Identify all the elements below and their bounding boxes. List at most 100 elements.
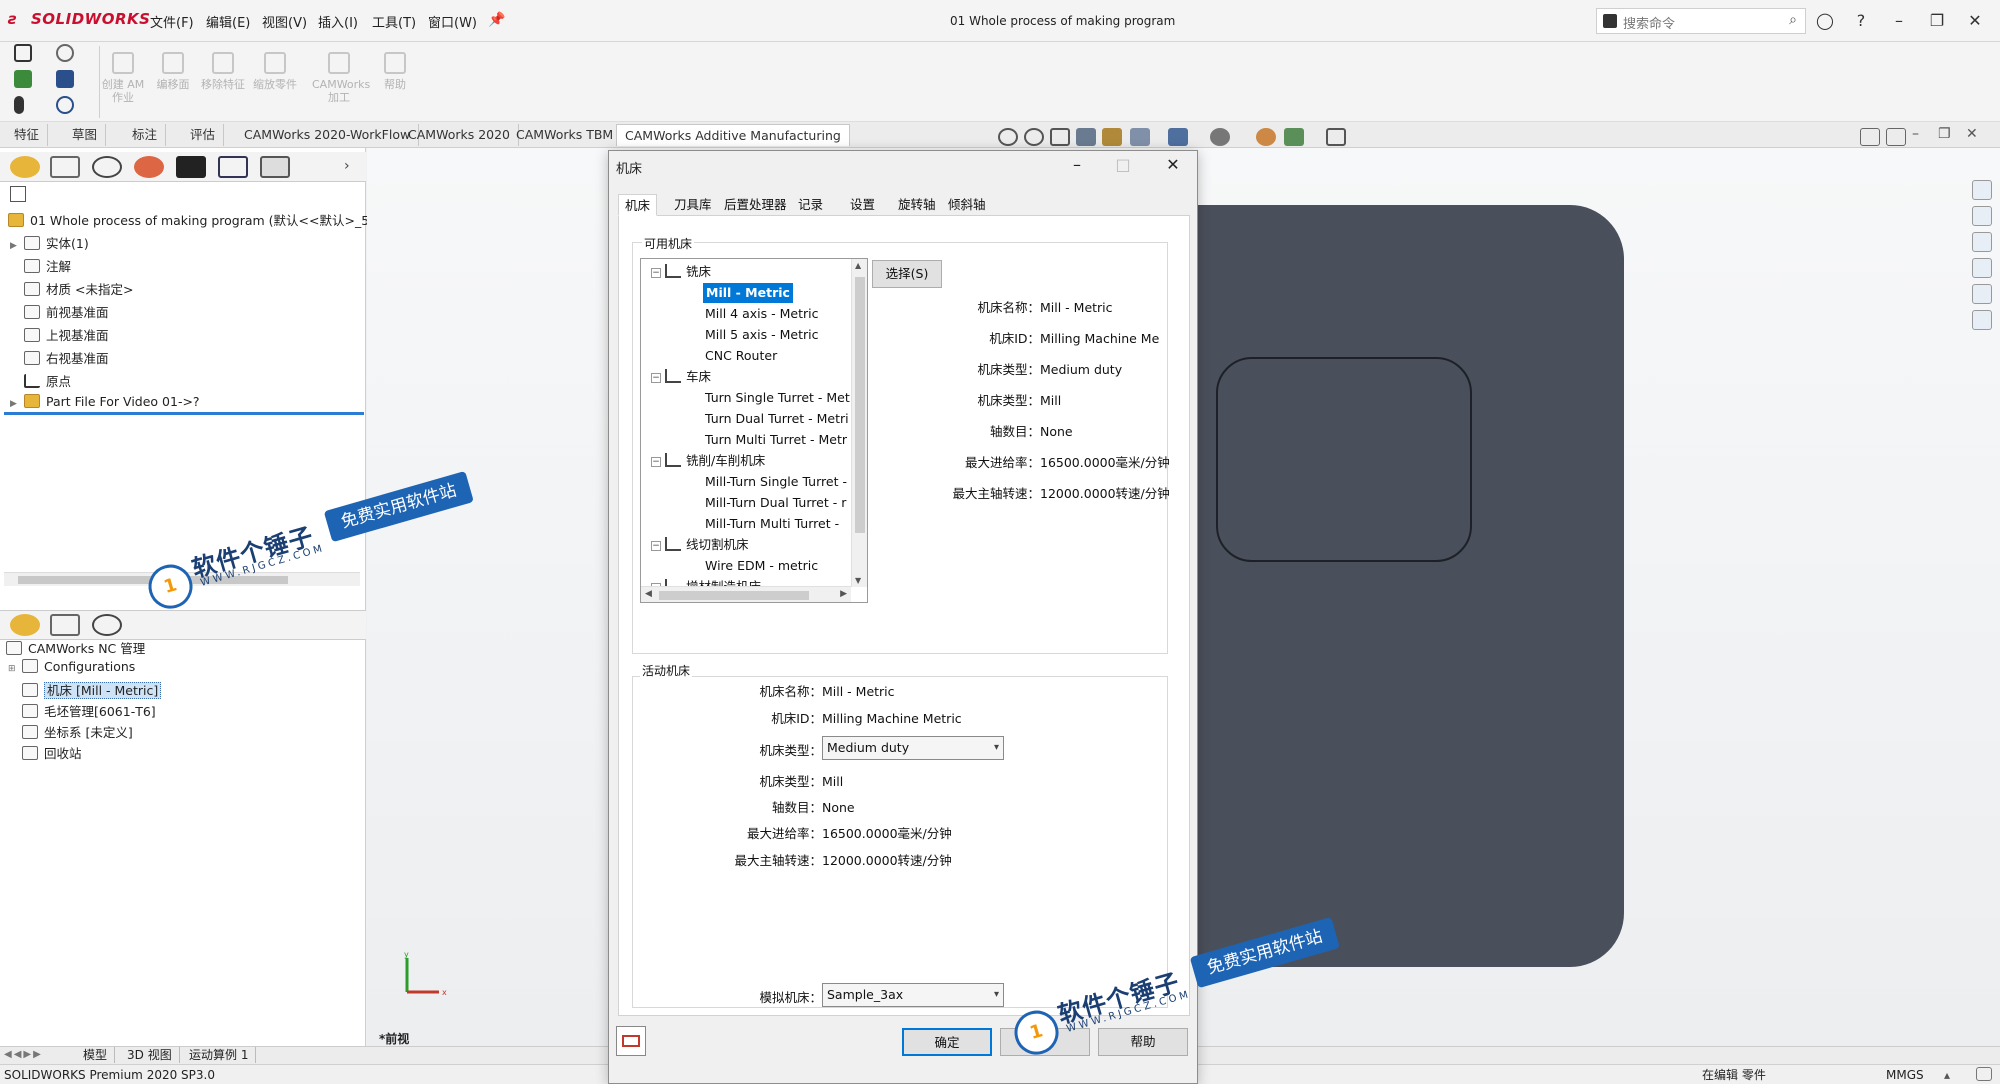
tab-motion-study[interactable]: 运动算例 1 bbox=[182, 1047, 257, 1063]
tab-tool-crib[interactable]: 刀具库 bbox=[668, 194, 718, 216]
view-palette-icon[interactable] bbox=[1972, 258, 1992, 278]
tree-item-origin[interactable]: 原点 bbox=[24, 371, 71, 390]
configuration-manager-icon[interactable] bbox=[92, 156, 122, 178]
nc-item-configurations[interactable]: ⊞ Configurations bbox=[8, 659, 135, 674]
gear-icon[interactable] bbox=[56, 44, 74, 62]
feature-manager-icon[interactable] bbox=[10, 614, 40, 636]
remove-feature-button[interactable]: 移除特征 bbox=[200, 50, 246, 118]
panel-splitter[interactable] bbox=[4, 412, 364, 415]
property-manager-icon[interactable] bbox=[50, 614, 80, 636]
open-icon[interactable] bbox=[14, 70, 32, 88]
machine-info-icon[interactable] bbox=[616, 1026, 646, 1056]
tree-item-part-file[interactable]: ▶ Part File For Video 01->? bbox=[10, 394, 200, 409]
nc-item-recycle-bin[interactable]: 回收站 bbox=[22, 743, 82, 762]
resources-icon[interactable] bbox=[1972, 180, 1992, 200]
tree-item-annotations[interactable]: 注解 bbox=[24, 256, 71, 275]
hide-show-icon[interactable] bbox=[1210, 128, 1230, 146]
help-button[interactable]: 帮助 bbox=[372, 50, 418, 118]
filter-icon[interactable] bbox=[10, 186, 26, 202]
configuration-manager-icon[interactable] bbox=[92, 614, 122, 636]
help-popup-icon[interactable] bbox=[1976, 1067, 1992, 1081]
cw-feature-tree-icon[interactable] bbox=[176, 156, 206, 178]
tab-posting[interactable]: 记录 bbox=[792, 194, 829, 216]
nc-item-coordinate-system[interactable]: 坐标系 [未定义] bbox=[22, 722, 133, 741]
doc-restore-button[interactable]: ❐ bbox=[1938, 126, 1951, 142]
tab-machine[interactable]: 机床 bbox=[618, 194, 658, 216]
scene-icon[interactable] bbox=[1284, 128, 1304, 146]
tab-evaluate[interactable]: 评估 bbox=[182, 124, 225, 146]
machine-item-wire-edm[interactable]: Wire EDM - metric bbox=[705, 556, 818, 576]
tab-features[interactable]: 特征 bbox=[6, 124, 49, 146]
previous-view-icon[interactable] bbox=[1050, 128, 1070, 146]
scrollbar-thumb[interactable] bbox=[855, 277, 865, 533]
dialog-close-button[interactable]: ✕ bbox=[1156, 152, 1190, 178]
part-pocket[interactable] bbox=[1216, 357, 1472, 562]
menu-insert[interactable]: 插入(I) bbox=[318, 12, 358, 31]
section-view-icon[interactable] bbox=[1076, 128, 1096, 146]
view-orientation-icon[interactable] bbox=[1130, 128, 1150, 146]
menu-tools[interactable]: 工具(T) bbox=[372, 12, 416, 31]
dialog-minimize-button[interactable]: – bbox=[1060, 152, 1094, 178]
tab-markup[interactable]: 标注 bbox=[124, 124, 167, 146]
tab-camworks-additive[interactable]: CAMWorks Additive Manufacturing bbox=[616, 124, 850, 146]
collapse-icon[interactable]: − bbox=[651, 541, 661, 551]
machine-item-mill-5-axis[interactable]: Mill 5 axis - Metric bbox=[705, 325, 818, 345]
tree-item-front-plane[interactable]: 前视基准面 bbox=[24, 302, 109, 321]
collapse-icon[interactable]: − bbox=[651, 457, 661, 467]
close-button[interactable]: ✕ bbox=[1960, 8, 1990, 34]
custom-properties-icon[interactable] bbox=[1972, 310, 1992, 330]
restore-button[interactable]: ❐ bbox=[1922, 8, 1952, 34]
rebuild-icon[interactable] bbox=[14, 96, 24, 114]
display-manager-icon[interactable] bbox=[134, 156, 164, 178]
nc-manager-root[interactable]: CAMWorks NC 管理 bbox=[6, 638, 145, 657]
machine-list-hscroll[interactable]: ◀ ▶ bbox=[641, 586, 851, 602]
tab-camworks-workflow[interactable]: CAMWorks 2020-WorkFlow bbox=[236, 124, 420, 146]
feature-tree-root[interactable]: 01 Whole process of making program (默认<<… bbox=[8, 210, 369, 229]
machine-item-mill-4-axis[interactable]: Mill 4 axis - Metric bbox=[705, 304, 818, 324]
doc-close-button[interactable]: ✕ bbox=[1966, 126, 1978, 142]
scroll-left-icon[interactable]: ◀ bbox=[645, 589, 652, 599]
menu-window[interactable]: 窗口(W) bbox=[428, 12, 477, 31]
nc-item-stock[interactable]: 毛坯管理[6061-T6] bbox=[22, 701, 156, 720]
tree-item-material[interactable]: 材质 <未指定> bbox=[24, 279, 133, 298]
zoom-area-icon[interactable] bbox=[1024, 128, 1044, 146]
machine-type-select[interactable]: Medium duty ▾ bbox=[822, 736, 1004, 760]
collapse-icon[interactable]: − bbox=[651, 268, 661, 278]
create-am-job-button[interactable]: 创建 AM 作业 bbox=[100, 50, 146, 118]
machine-list-vscroll[interactable]: ▲ ▼ bbox=[851, 259, 867, 587]
solidworks-logo[interactable]: ƨ SOLIDWORKS bbox=[8, 10, 150, 28]
dynamic-annotation-icon[interactable] bbox=[1102, 128, 1122, 146]
scrollbar-thumb[interactable] bbox=[659, 591, 809, 600]
tab-3d-views[interactable]: 3D 视图 bbox=[120, 1047, 180, 1063]
offset-face-button[interactable]: 编移面 bbox=[150, 50, 196, 118]
display-style-icon[interactable] bbox=[1168, 128, 1188, 146]
collapse-icon[interactable]: − bbox=[651, 373, 661, 383]
search-icon[interactable]: ⌕ bbox=[1789, 12, 1797, 28]
design-library-icon[interactable] bbox=[1972, 206, 1992, 226]
tab-post-processor[interactable]: 后置处理器 bbox=[718, 194, 793, 216]
pin-icon[interactable]: 📌 bbox=[488, 12, 505, 28]
sim-machine-select[interactable]: Sample_3ax ▾ bbox=[822, 983, 1004, 1007]
tab-camworks-tbm[interactable]: CAMWorks TBM bbox=[508, 124, 623, 146]
machine-tree[interactable]: − 铣床 Mill - Metric Mill 4 axis - Metric M… bbox=[640, 258, 868, 603]
machine-item-turn-dual[interactable]: Turn Dual Turret - Metri bbox=[705, 409, 849, 429]
machine-item-turn-single[interactable]: Turn Single Turret - Met bbox=[705, 388, 850, 408]
tree-item-top-plane[interactable]: 上视基准面 bbox=[24, 325, 109, 344]
tab-camworks-2020[interactable]: CAMWorks 2020 bbox=[400, 124, 520, 146]
machine-item-turn-multi[interactable]: Turn Multi Turret - Metr bbox=[705, 430, 847, 450]
expand-icon[interactable]: ▶ bbox=[10, 241, 20, 251]
undo-icon[interactable] bbox=[56, 96, 74, 114]
file-explorer-icon[interactable] bbox=[1972, 232, 1992, 252]
machine-item-mill-turn-multi[interactable]: Mill-Turn Multi Turret - bbox=[705, 514, 839, 534]
view-settings-icon[interactable] bbox=[1326, 128, 1346, 146]
tile-right-icon[interactable] bbox=[1886, 128, 1906, 146]
minimize-button[interactable]: – bbox=[1884, 8, 1914, 34]
tab-model[interactable]: 模型 bbox=[76, 1047, 116, 1063]
appearances-icon[interactable] bbox=[1972, 284, 1992, 304]
units-selector[interactable]: MMGS bbox=[1886, 1065, 1924, 1084]
scroll-right-icon[interactable]: ▶ bbox=[840, 589, 847, 599]
units-dropdown-icon[interactable]: ▴ bbox=[1944, 1065, 1950, 1084]
tile-left-icon[interactable] bbox=[1860, 128, 1880, 146]
machine-item-mill-turn-dual[interactable]: Mill-Turn Dual Turret - r bbox=[705, 493, 846, 513]
dialog-maximize-button[interactable]: □ bbox=[1106, 152, 1140, 178]
